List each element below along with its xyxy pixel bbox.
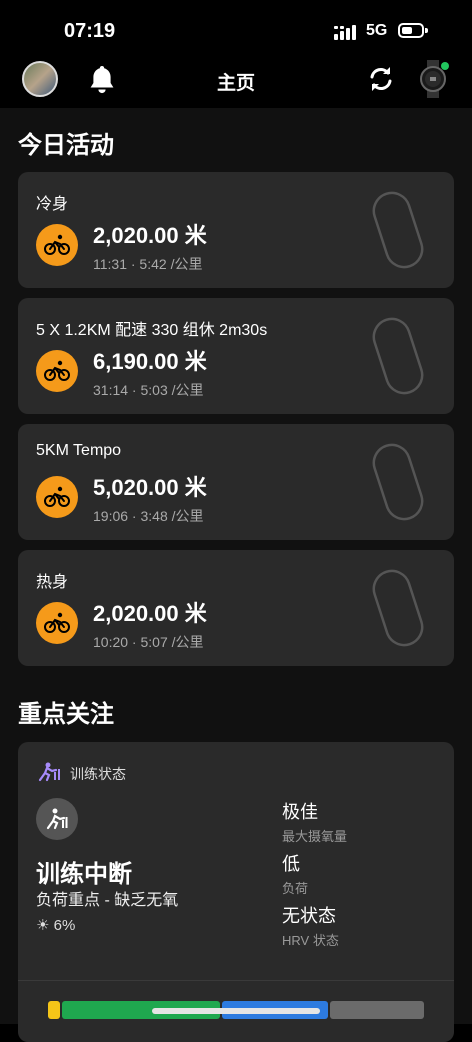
activity-meta: 10:20 · 5:07 /公里 — [93, 634, 204, 650]
route-map-icon — [372, 569, 424, 647]
route-map-icon — [372, 317, 424, 395]
sync-icon[interactable] — [366, 64, 396, 94]
metric-value: 无状态 — [282, 906, 336, 926]
activity-distance: 2,020.00 米 — [93, 223, 207, 248]
activity-name: 冷身 — [36, 196, 69, 213]
runner-icon — [36, 798, 78, 840]
sun-value: 6% — [53, 917, 76, 934]
battery-icon — [398, 23, 428, 38]
activity-distance: 5,020.00 米 — [93, 475, 207, 500]
cycling-icon — [36, 224, 78, 266]
activity-meta: 19:06 · 3:48 /公里 — [93, 508, 204, 524]
training-status-icon — [38, 762, 60, 782]
activity-distance: 2,020.00 米 — [93, 601, 207, 626]
top-nav: 主页 — [0, 58, 472, 106]
load-focus: 负荷重点 - 缺乏无氧 — [36, 892, 179, 909]
page-title: 主页 — [216, 73, 255, 94]
load-bar-segment — [330, 1001, 424, 1019]
sun-indicator: ☀ 6% — [36, 916, 75, 934]
sun-icon: ☀ — [36, 917, 50, 934]
activity-distance: 6,190.00 米 — [93, 349, 207, 374]
activity-card[interactable]: 热身 2,020.00 米 10:20 · 5:07 /公里 — [18, 550, 454, 666]
activity-card[interactable]: 5KM Tempo 5,020.00 米 19:06 · 3:48 /公里 — [18, 424, 454, 540]
training-status-value: 训练中断 — [36, 861, 132, 888]
metric-label: HRV 状态 — [282, 933, 339, 948]
activity-name: 热身 — [36, 574, 69, 591]
signal-icon — [334, 25, 356, 40]
card-title: 训练状态 — [70, 766, 126, 782]
metric-value: 低 — [282, 854, 300, 874]
status-time: 07:19 — [64, 20, 116, 42]
activity-meta: 31:14 · 5:03 /公里 — [93, 382, 204, 398]
network-type: 5G — [366, 22, 388, 39]
load-bar-segment — [48, 1001, 60, 1019]
activity-card[interactable]: 冷身 2,020.00 米 11:31 · 5:42 /公里 — [18, 172, 454, 288]
metric-label: 负荷 — [282, 881, 309, 896]
divider — [18, 980, 454, 981]
section-title-focus: 重点关注 — [18, 701, 114, 728]
section-title-today: 今日活动 — [18, 132, 114, 159]
metric-load: 低 负荷 — [282, 850, 308, 897]
cycling-icon — [36, 602, 78, 644]
route-map-icon — [372, 443, 424, 521]
activity-card[interactable]: 5 X 1.2KM 配速 330 组休 2m30s 6,190.00 米 31:… — [18, 298, 454, 414]
activity-name: 5 X 1.2KM 配速 330 组休 2m30s — [36, 322, 268, 339]
home-indicator[interactable] — [152, 1008, 320, 1014]
activity-name: 5KM Tempo — [36, 442, 122, 459]
metric-vo2max: 极佳 最大摄氧量 — [282, 798, 347, 845]
activity-meta: 11:31 · 5:42 /公里 — [93, 256, 203, 272]
metric-label: 最大摄氧量 — [282, 829, 348, 844]
metric-hrv: 无状态 HRV 状态 — [282, 902, 339, 949]
route-map-icon — [372, 191, 424, 269]
cycling-icon — [36, 476, 78, 518]
cycling-icon — [36, 350, 78, 392]
main-content: 今日活动 冷身 2,020.00 米 11:31 · 5:42 /公里 5 X … — [0, 108, 472, 1042]
metric-value: 极佳 — [282, 802, 318, 822]
training-status-card[interactable]: 训练状态 训练中断 负荷重点 - 缺乏无氧 ☀ 6% 极佳 最大摄氧量 低 负荷… — [18, 742, 454, 1042]
status-bar: 07:19 5G — [0, 0, 472, 60]
connected-indicator — [441, 62, 449, 70]
